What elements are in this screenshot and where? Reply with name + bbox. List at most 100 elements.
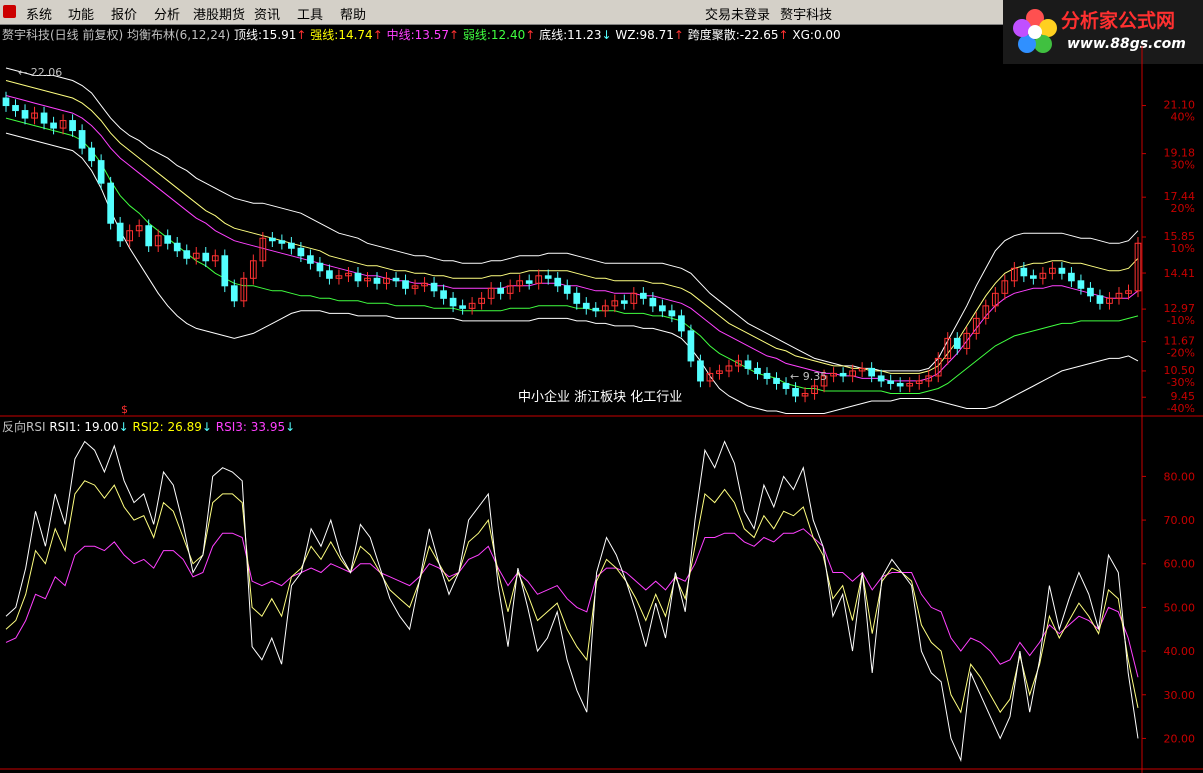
candle-body [1096,295,1104,304]
low-price-marker: ← 9.35 [790,370,827,383]
candle-body [754,367,761,374]
rsi-panel-title: 反向RSI [2,420,46,434]
rsi1-line [5,440,1139,763]
menu-item-hk-futures[interactable]: 港股期货 [193,4,245,23]
candle-body [440,290,447,299]
rsi-lines [5,440,1139,763]
stock-name: 赘宇科技 [780,8,833,23]
trade-status-text: 交易未登录 [705,8,771,23]
candle-body [88,147,95,162]
candle-body [687,330,695,362]
menu-item-news[interactable]: 资讯 [254,4,280,23]
price-tick-label: 14.41 [1164,267,1196,280]
candle-body [316,262,324,272]
candle-body [678,315,685,332]
candle-body [1077,280,1085,289]
mid-line [5,95,1139,382]
candle-body [2,97,10,107]
rsi-tick-label: 60.00 [1164,558,1196,571]
pct-tick-label: 30% [1171,159,1195,172]
menu-item-help[interactable]: 帮助 [340,4,366,23]
menu-item-function[interactable]: 功能 [68,4,94,23]
candle-body [497,287,505,294]
candle-body [1030,275,1037,279]
candle-body [554,277,562,287]
app-icon[interactable] [3,5,16,18]
candle-body [792,387,799,397]
candle-body [97,160,105,184]
menu-item-analysis[interactable]: 分析 [154,4,180,23]
stock-chart[interactable]: 21.1040%19.1830%17.4420%15.8510%14.4112.… [0,24,1203,773]
candle-body [868,367,876,377]
candle-body [221,255,229,287]
rsi-tick-label: 70.00 [1164,514,1196,527]
candle-body [21,110,29,119]
candle-body [354,272,362,282]
candle-body [373,277,381,284]
high-price-marker: ← 22.06 [18,66,62,79]
candle-body [78,130,86,149]
candle-body [773,377,780,384]
candle-body [563,285,571,294]
rsi-indicator-arrow-0: ↓ [118,420,129,434]
candle-body [183,250,191,259]
candle-body [1087,287,1094,297]
candle-body [697,360,704,382]
bollinger-lines [5,67,1139,414]
rsi-indicator-2: RSI3: 33.95 [211,420,286,434]
candle-body [763,372,771,379]
weak-line [5,117,1139,394]
candle-body [544,275,552,279]
main-chart-grid [0,46,1203,773]
candle-body [744,360,752,369]
menu-item-tools[interactable]: 工具 [297,4,323,23]
pct-tick-label: -40% [1167,402,1195,415]
pct-tick-label: -10% [1167,314,1195,327]
candle-body [12,105,19,112]
candle-body [459,305,466,309]
candle-body [525,280,533,284]
price-axis: 21.1040%19.1830%17.4420%15.8510%14.4112.… [1142,99,1196,415]
candle-body [326,270,333,279]
pct-tick-label: -20% [1167,347,1195,360]
candle-body [430,282,438,292]
candle-body [402,280,409,289]
candle-body [839,372,847,377]
candle-body [620,300,628,304]
candle-body [649,297,657,307]
candle-body [449,297,457,307]
rsi-tick-label: 40.00 [1164,645,1196,658]
trade-status: 交易未登录 赘宇科技 [705,4,832,23]
rsi-tick-label: 80.00 [1164,470,1196,483]
candle-body [1068,272,1075,282]
pct-tick-label: -30% [1167,376,1195,389]
rsi-indicator-arrow-2: ↓ [285,420,296,434]
sector-tags: 中小企业 浙江板块 化工行业 [518,389,682,405]
pct-tick-label: 40% [1171,111,1195,124]
candle-body [173,242,181,252]
candle-body [1058,267,1066,274]
candle-body [278,240,286,244]
chart-annotations: ← 22.06 ← 9.35 中小企业 浙江板块 化工行业 $ [18,66,827,416]
candle-body [116,222,124,242]
candle-body [592,307,600,312]
menu-item-system[interactable]: 系统 [26,4,52,23]
candle-body [307,255,314,264]
bottom-line [5,132,1139,414]
candle-body [896,382,904,387]
candle-body [202,252,210,262]
candle-body [639,292,647,299]
candle-body [40,112,48,124]
top-line [5,67,1139,372]
candle-body [582,302,590,309]
candle-body [69,120,76,132]
rsi-indicator-1: RSI2: 26.89 [128,420,202,434]
pct-tick-label: 10% [1171,242,1195,255]
rsi-indicator-values: RSI1: 19.00↓ RSI2: 26.89↓ RSI3: 33.95↓ [49,420,295,434]
signal-marker-icon: $ [121,403,128,416]
candle-body [877,375,885,382]
candle-body [659,305,666,312]
menu-item-quote[interactable]: 报价 [111,4,137,23]
rsi-indicator-arrow-1: ↓ [201,420,212,434]
candle-body [107,182,114,224]
